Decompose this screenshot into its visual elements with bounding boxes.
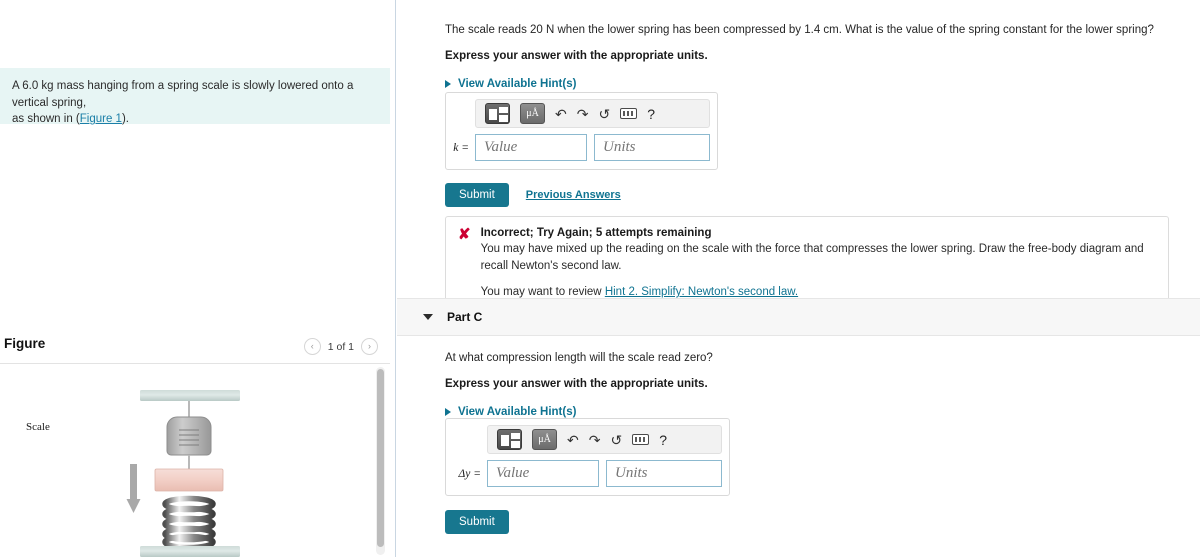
part-b-answer-row: k =	[453, 134, 710, 161]
part-c-answer-row: Δy =	[453, 460, 722, 487]
redo-icon[interactable]: ↷	[589, 433, 601, 447]
part-c-question-block: At what compression length will the scal…	[445, 350, 1175, 421]
feedback-review: You may want to review Hint 2. Simplify:…	[481, 286, 1156, 298]
reset-icon[interactable]: ↺	[598, 107, 610, 121]
figure-page-label: 1 of 1	[327, 340, 354, 353]
part-b-instruction: Express your answer with the appropriate…	[445, 50, 708, 63]
triangle-right-icon	[445, 80, 451, 89]
greek-units-icon[interactable]: μÅ	[532, 429, 557, 450]
part-c-hint-toggle[interactable]: View Available Hint(s)	[445, 406, 576, 418]
redo-icon[interactable]: ↷	[577, 107, 589, 121]
spring-scale-diagram	[120, 386, 280, 557]
figure-title: Figure	[4, 336, 46, 351]
figure-scale-text-label: Scale	[26, 421, 50, 433]
feedback-body: You may have mixed up the reading on the…	[480, 243, 1144, 272]
part-c-header[interactable]: Part C	[397, 298, 1200, 336]
help-icon[interactable]: ?	[659, 433, 667, 447]
part-b-question-block: The scale reads 20 N when the lower spri…	[445, 22, 1175, 93]
help-icon[interactable]: ?	[647, 107, 655, 121]
undo-icon[interactable]: ↶	[567, 433, 579, 447]
triangle-down-icon[interactable]	[423, 314, 433, 320]
part-b-variable-label: k =	[453, 141, 469, 154]
part-b-submit-button[interactable]: Submit	[445, 183, 509, 207]
part-b-units-input[interactable]	[594, 134, 710, 161]
figure-scrollbar-thumb[interactable]	[377, 369, 384, 547]
problem-statement-line1: A 6.0 kg mass hanging from a spring scal…	[12, 80, 354, 109]
part-b-question: The scale reads 20 N when the lower spri…	[445, 24, 1154, 36]
feedback-title: Incorrect; Try Again; 5 attempts remaini…	[480, 227, 712, 239]
reset-icon[interactable]: ↺	[610, 433, 622, 447]
part-b-answer-toolbar: μÅ ↶ ↷ ↺ ?	[475, 99, 710, 128]
feedback-review-link[interactable]: Hint 2. Simplify: Newton's second law.	[605, 286, 798, 298]
keyboard-icon[interactable]	[632, 434, 650, 445]
part-c-answer-box: μÅ ↶ ↷ ↺ ? Δy =	[445, 418, 730, 496]
undo-icon[interactable]: ↶	[555, 107, 567, 121]
figure-prev-button[interactable]: ‹	[303, 338, 321, 355]
part-c-answer-toolbar: μÅ ↶ ↷ ↺ ?	[487, 425, 722, 454]
part-b-previous-answers-link[interactable]: Previous Answers	[526, 189, 621, 201]
page-root: A 6.0 kg mass hanging from a spring scal…	[0, 0, 1200, 557]
part-c-variable-label: Δy =	[458, 467, 482, 480]
figure-panel: Scale	[0, 363, 390, 557]
part-c-instruction: Express your answer with the appropriate…	[445, 378, 708, 391]
part-c-submit-button[interactable]: Submit	[445, 510, 509, 534]
part-b-hint-label: View Available Hint(s)	[458, 78, 577, 91]
figure-pager: ‹ 1 of 1 ›	[303, 338, 378, 355]
figure-scrollbar[interactable]	[376, 367, 385, 555]
problem-statement-line2: as shown in (	[12, 113, 80, 126]
figure-next-button[interactable]: ›	[361, 338, 378, 355]
triangle-right-icon	[445, 408, 451, 417]
figure-header: Figure ‹ 1 of 1 ›	[0, 336, 390, 362]
left-panel: A 6.0 kg mass hanging from a spring scal…	[0, 0, 396, 557]
part-c-hint-label: View Available Hint(s)	[458, 406, 577, 419]
problem-statement: A 6.0 kg mass hanging from a spring scal…	[0, 68, 390, 126]
part-c-title: Part C	[447, 310, 483, 324]
part-c-question: At what compression length will the scal…	[445, 352, 713, 364]
keyboard-icon[interactable]	[620, 108, 638, 119]
feedback-review-prefix: You may want to review	[480, 286, 605, 299]
part-b-value-input[interactable]	[475, 134, 587, 161]
part-b-answer-box: μÅ ↶ ↷ ↺ ? k =	[445, 92, 718, 170]
greek-units-icon[interactable]: μÅ	[520, 103, 545, 124]
part-b-actions: Submit Previous Answers	[445, 183, 621, 207]
part-c-value-input[interactable]	[487, 460, 599, 487]
template-icon[interactable]	[485, 103, 510, 124]
problem-statement-end: ).	[121, 113, 129, 126]
template-icon[interactable]	[497, 429, 522, 450]
part-c-units-input[interactable]	[606, 460, 722, 487]
figure-1-link[interactable]: Figure 1	[80, 113, 122, 125]
incorrect-x-icon: ✘	[458, 226, 471, 243]
right-panel: The scale reads 20 N when the lower spri…	[397, 0, 1200, 557]
part-b-hint-toggle[interactable]: View Available Hint(s)	[445, 78, 576, 90]
